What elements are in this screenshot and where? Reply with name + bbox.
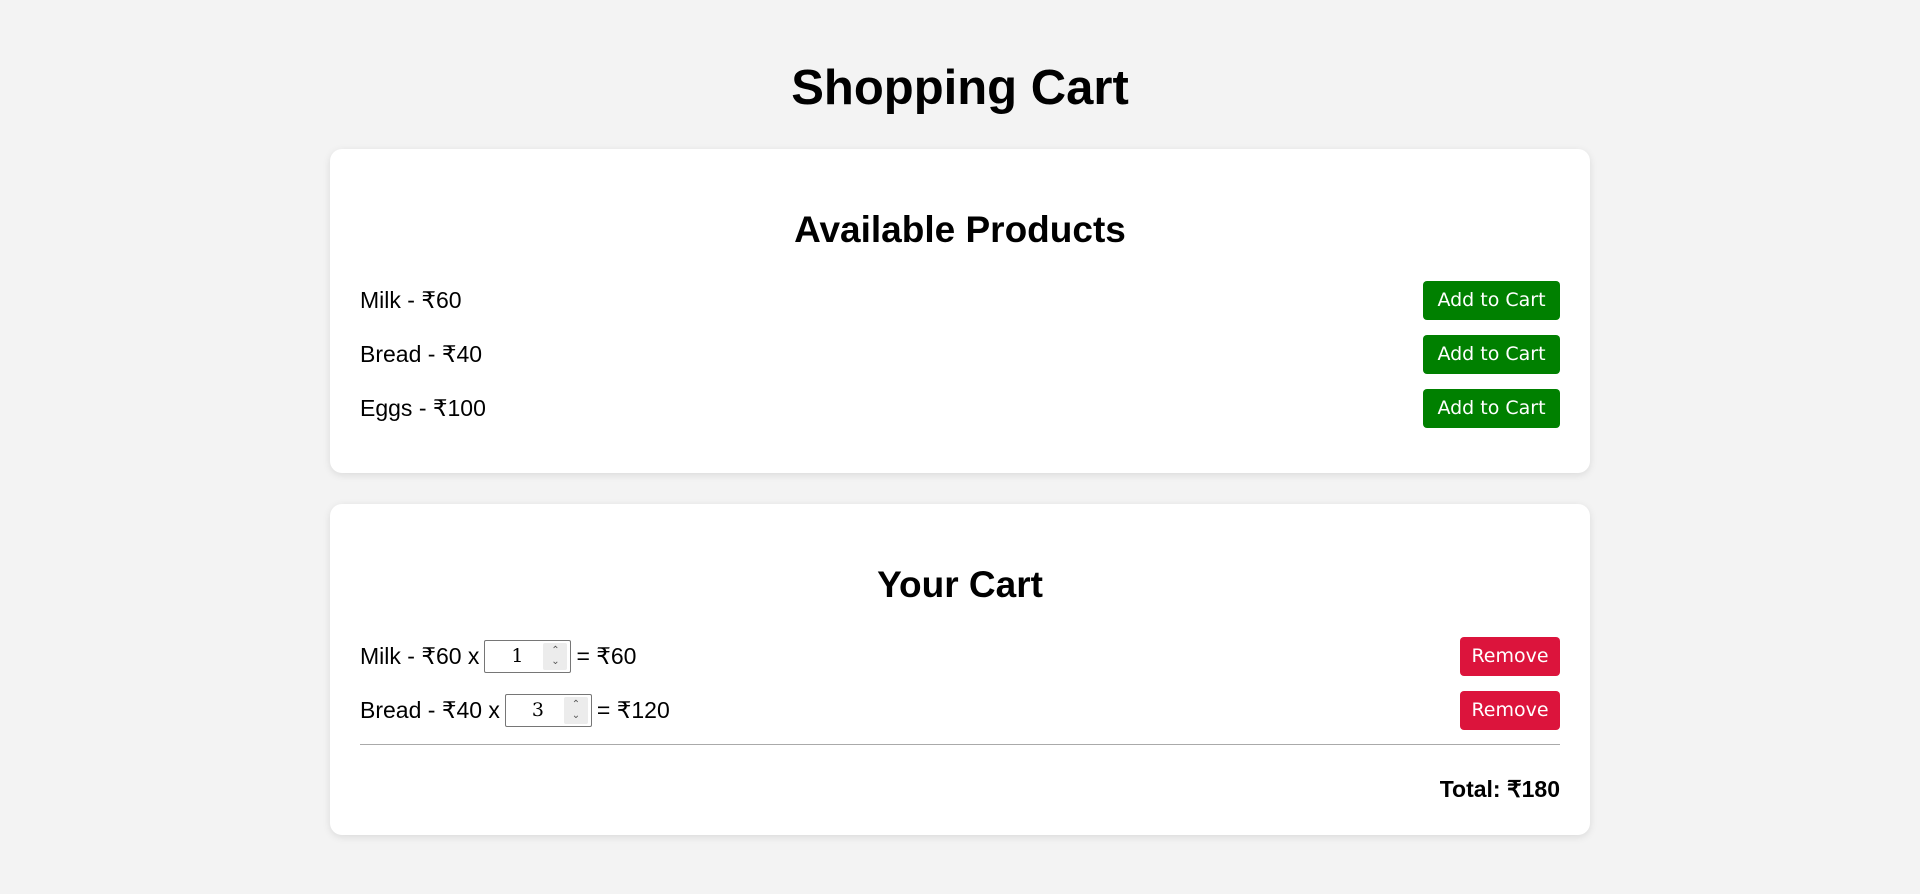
divider xyxy=(360,744,1560,745)
cart-item-subtotal: = ₹120 xyxy=(596,696,670,723)
product-label: Eggs - ₹100 xyxy=(360,394,486,421)
remove-button[interactable]: Remove xyxy=(1460,636,1560,676)
cart-row-milk: Milk - ₹60 x 1 ⌃ ⌄ = ₹60 Remove xyxy=(360,636,1560,676)
add-to-cart-button[interactable]: Add to Cart xyxy=(1423,334,1560,374)
spinner-arrows-icon[interactable]: ⌃ ⌄ xyxy=(563,696,588,724)
product-label: Milk - ₹60 xyxy=(360,286,462,313)
cart-total: Total: ₹180 xyxy=(1439,776,1560,802)
products-heading: Available Products xyxy=(794,209,1126,250)
quantity-stepper[interactable]: 1 ⌃ ⌄ xyxy=(484,639,572,673)
add-to-cart-button[interactable]: Add to Cart xyxy=(1423,388,1560,428)
cart-item-label: Bread - ₹40 x xyxy=(360,696,500,723)
remove-button[interactable]: Remove xyxy=(1460,690,1560,730)
cart-item-subtotal: = ₹60 xyxy=(576,642,637,669)
cart-row-bread: Bread - ₹40 x 3 ⌃ ⌄ = ₹120 Remove xyxy=(360,690,1560,730)
cart-item-label: Milk - ₹60 x xyxy=(360,642,480,669)
add-to-cart-button[interactable]: Add to Cart xyxy=(1423,280,1560,320)
product-label: Bread - ₹40 xyxy=(360,340,483,367)
product-row-milk: Milk - ₹60 Add to Cart xyxy=(360,280,1560,320)
quantity-stepper[interactable]: 3 ⌃ ⌄ xyxy=(504,693,592,727)
cart-panel: Your Cart Milk - ₹60 x 1 ⌃ ⌄ = ₹60 Remove… xyxy=(330,504,1590,835)
available-products-panel: Available Products Milk - ₹60 Add to Car… xyxy=(330,149,1590,473)
quantity-value[interactable]: 3 xyxy=(506,699,564,721)
page-title: Shopping Cart xyxy=(791,61,1129,115)
spinner-arrows-icon[interactable]: ⌃ ⌄ xyxy=(543,642,568,670)
cart-heading: Your Cart xyxy=(877,564,1043,605)
product-row-eggs: Eggs - ₹100 Add to Cart xyxy=(360,388,1560,428)
cart-item-line: Bread - ₹40 x 3 ⌃ ⌄ = ₹120 xyxy=(360,693,670,727)
cart-item-line: Milk - ₹60 x 1 ⌃ ⌄ = ₹60 xyxy=(360,639,637,673)
quantity-value[interactable]: 1 xyxy=(485,645,543,667)
product-row-bread: Bread - ₹40 Add to Cart xyxy=(360,334,1560,374)
